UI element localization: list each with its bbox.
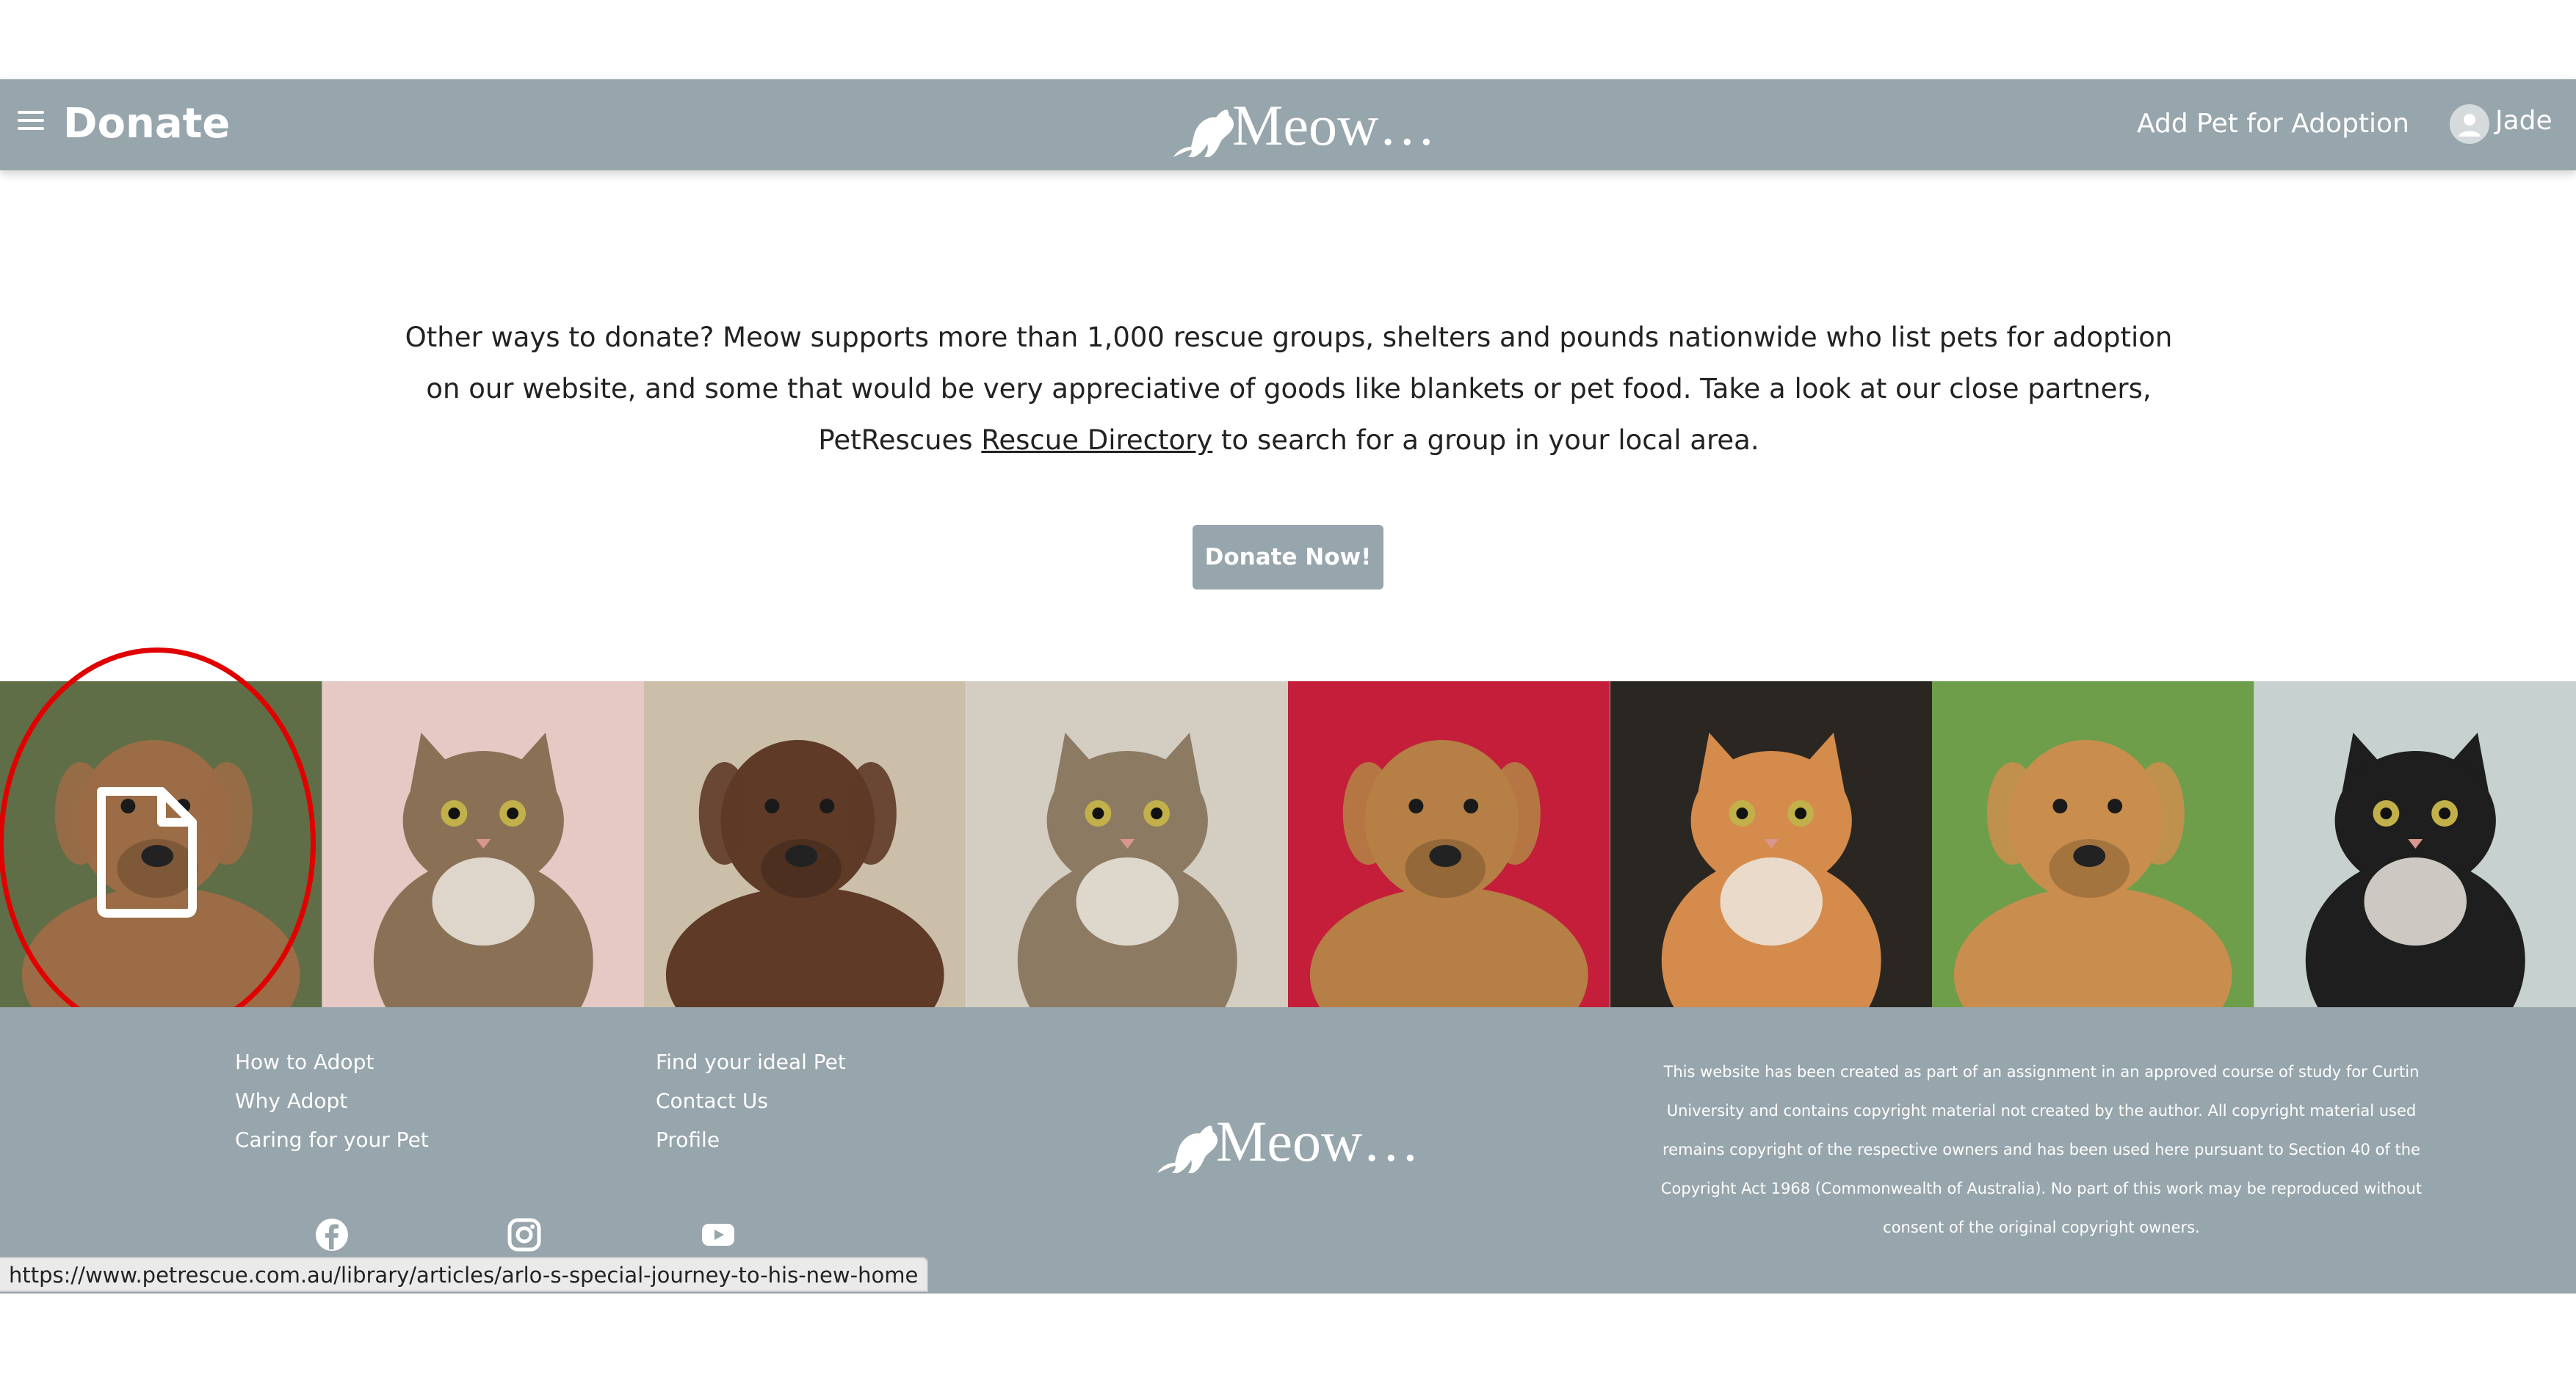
footer-link-find-pet[interactable]: Find your ideal Pet <box>656 1042 846 1081</box>
footer: How to Adopt Why Adopt Caring for your P… <box>0 1007 2576 1294</box>
cat-stretch-icon <box>1157 1125 1218 1173</box>
logo-text: Meow… <box>1232 93 1436 157</box>
donate-now-button[interactable]: Donate Now! <box>1193 525 1383 589</box>
donate-intro-text: Other ways to donate? Meow supports more… <box>404 312 2174 466</box>
cat-stretch-icon <box>1173 109 1234 157</box>
footer-links-col1: How to Adopt Why Adopt Caring for your P… <box>235 1042 429 1159</box>
pet-photo-image <box>1932 681 2254 1007</box>
pet-photo-4[interactable] <box>966 681 1288 1007</box>
user-icon <box>2459 114 2481 137</box>
footer-logo-text: Meow… <box>1216 1109 1420 1173</box>
meow-logo[interactable]: Meow… <box>1172 92 1436 159</box>
pet-photo-image <box>2254 681 2576 1007</box>
intro-text-after: to search for a group in your local area… <box>1212 424 1759 456</box>
pet-photo-image <box>966 681 1288 1007</box>
pet-photo-3[interactable] <box>644 681 966 1007</box>
copyright-notice: This website has been created as part of… <box>1660 1063 2423 1236</box>
menu-icon[interactable] <box>18 109 44 132</box>
pet-photo-8[interactable] <box>2254 681 2576 1007</box>
pet-photo-image <box>1288 681 1610 1007</box>
add-pet-link[interactable]: Add Pet for Adoption <box>2137 109 2409 139</box>
rescue-directory-link[interactable]: Rescue Directory <box>981 424 1212 456</box>
pet-photo-5[interactable] <box>1288 681 1610 1007</box>
top-navbar: Donate Meow… Add Pet for Adoption Jade <box>0 79 2576 170</box>
pet-photo-7[interactable] <box>1932 681 2254 1007</box>
pet-photo-2[interactable] <box>322 681 644 1007</box>
footer-link-caring[interactable]: Caring for your Pet <box>235 1120 429 1159</box>
youtube-icon[interactable] <box>701 1217 736 1252</box>
page-title: Donate <box>63 100 231 148</box>
pet-photo-6[interactable] <box>1610 681 1932 1007</box>
user-name[interactable]: Jade <box>2495 106 2553 136</box>
facebook-icon[interactable] <box>314 1217 350 1252</box>
footer-link-profile[interactable]: Profile <box>656 1120 846 1159</box>
pet-photo-image <box>644 681 966 1007</box>
pet-gallery <box>0 681 2576 1007</box>
footer-links-col2: Find your ideal Pet Contact Us Profile <box>656 1042 846 1159</box>
footer-link-why-adopt[interactable]: Why Adopt <box>235 1081 429 1120</box>
footer-meow-logo[interactable]: Meow… <box>1156 1109 1419 1175</box>
browser-status-url: https://www.petrescue.com.au/library/art… <box>0 1257 929 1292</box>
pet-photo-image <box>322 681 644 1007</box>
pet-photo-image <box>1610 681 1932 1007</box>
file-icon <box>97 787 197 918</box>
instagram-icon[interactable] <box>507 1217 542 1252</box>
footer-link-how-to-adopt[interactable]: How to Adopt <box>235 1042 429 1081</box>
footer-link-contact[interactable]: Contact Us <box>656 1081 846 1120</box>
avatar[interactable] <box>2450 104 2489 144</box>
